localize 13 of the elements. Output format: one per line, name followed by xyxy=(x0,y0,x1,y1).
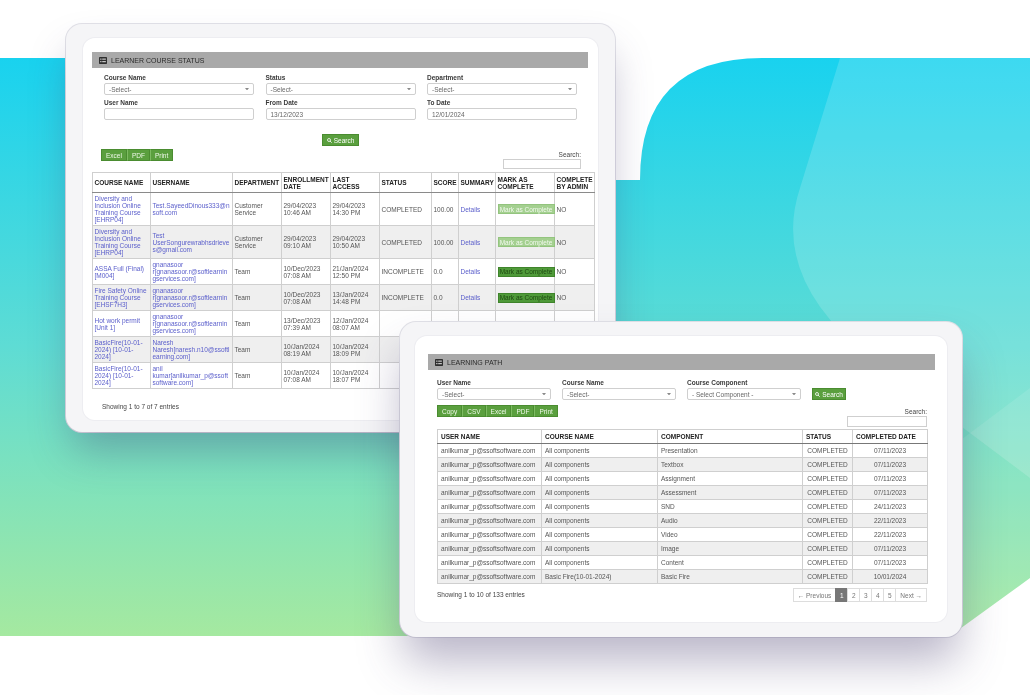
caret-icon xyxy=(792,392,796,396)
search-icon xyxy=(326,137,332,143)
caret-icon xyxy=(667,392,671,396)
caret-icon xyxy=(406,87,411,91)
caret-icon xyxy=(568,87,572,91)
search-icon xyxy=(815,391,821,397)
search-field[interactable] xyxy=(503,159,581,169)
input-field[interactable] xyxy=(104,108,254,120)
search-field[interactable] xyxy=(847,416,927,427)
list-icon xyxy=(435,358,443,366)
caret-icon xyxy=(542,392,546,396)
list-icon xyxy=(99,56,107,64)
caret-icon xyxy=(245,87,249,91)
